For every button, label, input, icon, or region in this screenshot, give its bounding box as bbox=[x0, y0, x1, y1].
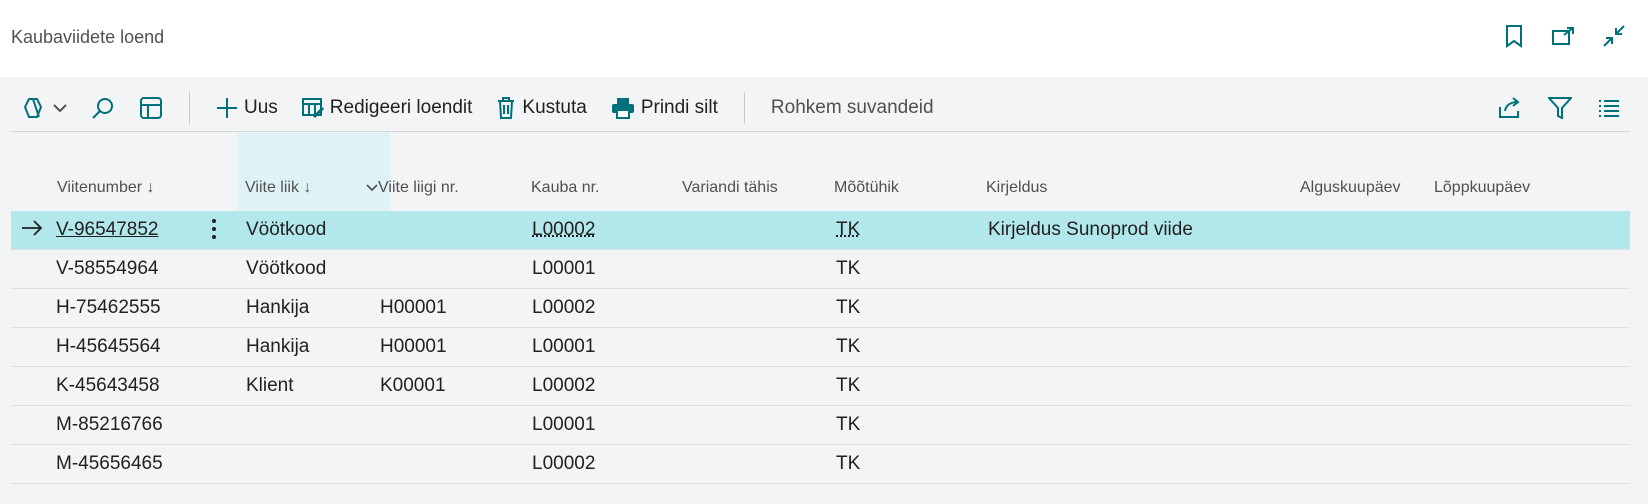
grid-header: Viitenumber ↓ Viite liik ↓ Viite liigi n… bbox=[11, 132, 1630, 211]
item-reference-grid: Viitenumber ↓ Viite liik ↓ Viite liigi n… bbox=[11, 132, 1630, 484]
share-button[interactable] bbox=[1494, 88, 1526, 128]
list-view-button[interactable] bbox=[1594, 88, 1624, 128]
cell-ref-type: Hankija bbox=[246, 336, 310, 357]
toolbar-right-actions bbox=[1494, 88, 1630, 128]
search-button[interactable] bbox=[79, 88, 127, 128]
toolbar-divider bbox=[743, 92, 745, 124]
cell-ref-no: H-75462555 bbox=[56, 297, 161, 318]
edit-list-icon bbox=[301, 98, 324, 119]
table-row[interactable]: H-45645564 Hankija H00001 L00001 TK bbox=[11, 328, 1630, 367]
table-row[interactable]: V-96547852 Vöötkood L00002 TK Kirjeldus … bbox=[11, 211, 1630, 250]
cell-ref-type: Vöötkood bbox=[246, 258, 327, 279]
cell-ref-no[interactable]: V-96547852 bbox=[56, 219, 159, 241]
table-row[interactable]: M-85216766 L00001 TK bbox=[11, 406, 1630, 445]
plus-icon bbox=[217, 98, 237, 118]
copilot-menu-button[interactable] bbox=[11, 88, 79, 128]
share-icon bbox=[1499, 97, 1520, 118]
delete-button[interactable]: Kustuta bbox=[484, 88, 598, 128]
cell-uom: TK bbox=[836, 414, 861, 435]
delete-label: Kustuta bbox=[522, 97, 587, 118]
printer-icon bbox=[611, 98, 634, 119]
cell-ref-type: Vöötkood bbox=[246, 219, 327, 240]
row-selected-arrow-icon bbox=[22, 220, 43, 236]
toolbar-divider bbox=[189, 92, 190, 124]
cell-item-no[interactable]: L00002 bbox=[532, 219, 595, 241]
cell-item-no: L00001 bbox=[532, 414, 596, 435]
column-header-ref-type-no[interactable]: Viite liigi nr. bbox=[378, 179, 459, 197]
cell-ref-type: Hankija bbox=[246, 297, 310, 318]
cell-uom: TK bbox=[836, 258, 861, 279]
page-title: Kaubaviidete loend bbox=[11, 27, 165, 47]
cell-uom: TK bbox=[836, 453, 861, 474]
column-header-ref-type[interactable]: Viite liik ↓ bbox=[245, 179, 311, 197]
table-row[interactable]: V-58554964 Vöötkood L00001 TK bbox=[11, 250, 1630, 289]
column-header-item-no[interactable]: Kauba nr. bbox=[531, 179, 600, 197]
cell-ref-no: K-45643458 bbox=[56, 375, 160, 396]
analysis-icon bbox=[140, 97, 162, 119]
action-toolbar: Uus Redigeeri loendit Kustuta Prindi sil… bbox=[11, 84, 1630, 132]
filter-icon bbox=[1548, 97, 1572, 119]
new-button-label: Uus bbox=[244, 97, 278, 118]
cell-ref-no: V-58554964 bbox=[56, 258, 159, 279]
bookmark-icon[interactable] bbox=[1500, 22, 1528, 50]
cell-item-no: L00002 bbox=[532, 453, 596, 474]
print-label: Prindi silt bbox=[640, 97, 718, 118]
cell-ref-no: M-85216766 bbox=[56, 414, 163, 435]
analysis-mode-button[interactable] bbox=[127, 88, 175, 128]
table-row[interactable]: K-45643458 Klient K00001 L00002 TK bbox=[11, 367, 1630, 406]
cell-ref-type-no: K00001 bbox=[380, 375, 446, 396]
cell-description: Kirjeldus Sunoprod viide bbox=[988, 219, 1193, 240]
filter-button[interactable] bbox=[1544, 88, 1576, 128]
copilot-icon bbox=[23, 98, 43, 118]
search-icon bbox=[92, 98, 113, 119]
cell-ref-no: H-45645564 bbox=[56, 336, 161, 357]
cell-item-no: L00001 bbox=[532, 336, 596, 357]
cell-uom[interactable]: TK bbox=[836, 219, 860, 241]
cell-item-no: L00001 bbox=[532, 258, 596, 279]
row-more-actions-icon[interactable] bbox=[211, 218, 217, 240]
cell-ref-type-no: H00001 bbox=[380, 297, 447, 318]
cell-ref-no: M-45656465 bbox=[56, 453, 163, 474]
edit-list-label: Redigeeri loendit bbox=[329, 97, 473, 118]
cell-uom: TK bbox=[836, 336, 861, 357]
column-header-uom[interactable]: Mõõtühik bbox=[834, 179, 899, 197]
column-header-description[interactable]: Kirjeldus bbox=[986, 179, 1047, 197]
cell-item-no: L00002 bbox=[532, 297, 596, 318]
cell-ref-type-no: H00001 bbox=[380, 336, 447, 357]
trash-icon bbox=[498, 97, 515, 119]
column-menu-chevron-icon[interactable] bbox=[366, 184, 378, 192]
new-button[interactable]: Uus bbox=[204, 88, 290, 128]
header-actions bbox=[1500, 22, 1628, 50]
chevron-down-icon bbox=[53, 104, 67, 113]
cell-ref-type: Klient bbox=[246, 375, 294, 396]
open-new-window-icon[interactable] bbox=[1550, 22, 1578, 50]
column-header-end-date[interactable]: Lõppkuupäev bbox=[1434, 179, 1530, 197]
edit-list-button[interactable]: Redigeeri loendit bbox=[290, 88, 485, 128]
cell-uom: TK bbox=[836, 375, 861, 396]
more-options-button[interactable]: Rohkem suvandeid bbox=[759, 88, 946, 128]
collapse-icon[interactable] bbox=[1600, 22, 1628, 50]
print-label-button[interactable]: Prindi silt bbox=[599, 88, 730, 128]
column-header-variant[interactable]: Variandi tähis bbox=[682, 179, 778, 197]
table-row[interactable]: M-45656465 L00002 TK bbox=[11, 445, 1630, 484]
column-header-ref-no[interactable]: Viitenumber ↓ bbox=[57, 179, 155, 197]
cell-uom: TK bbox=[836, 297, 861, 318]
table-row[interactable]: H-75462555 Hankija H00001 L00002 TK bbox=[11, 289, 1630, 328]
list-view-icon bbox=[1599, 100, 1619, 117]
page-header: Kaubaviidete loend bbox=[0, 0, 1648, 77]
cell-item-no: L00002 bbox=[532, 375, 596, 396]
column-header-start-date[interactable]: Alguskuupäev bbox=[1300, 179, 1401, 197]
